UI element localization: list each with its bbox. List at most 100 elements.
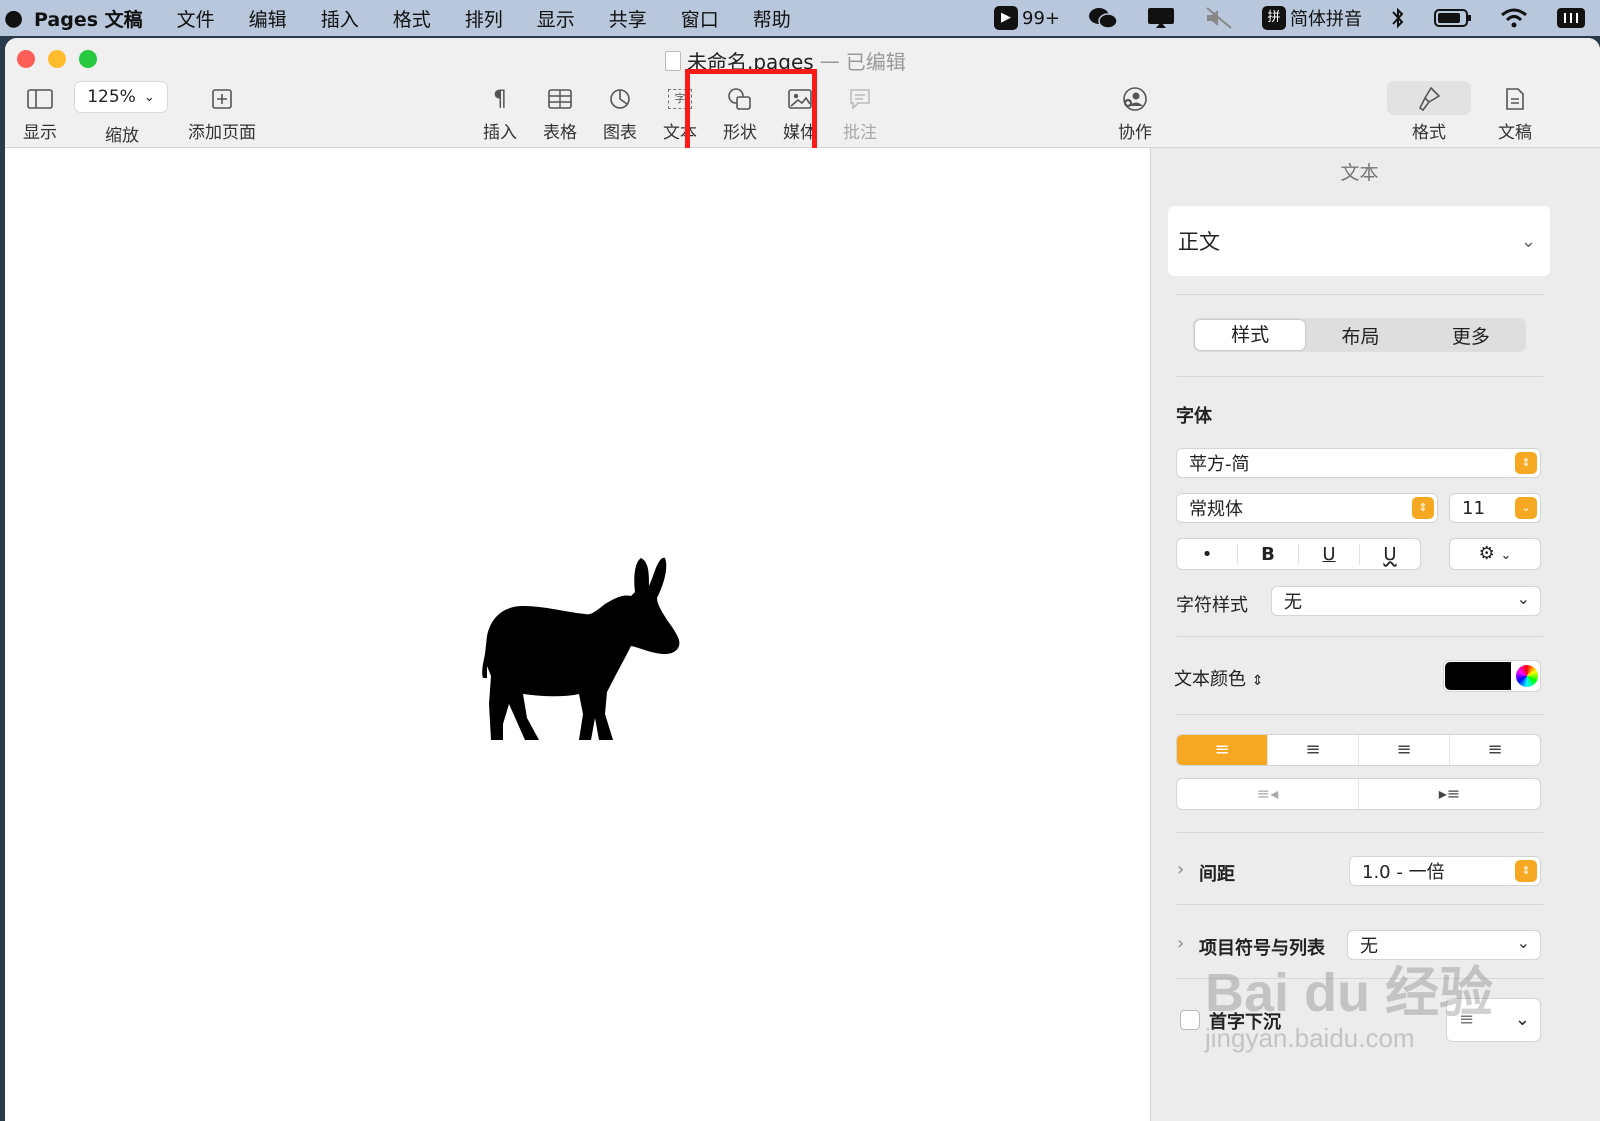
watermark: Bai du 经验 jingyan.baidu.com bbox=[1205, 948, 1505, 1068]
chevron-down-icon: ⌄ bbox=[1515, 497, 1537, 519]
sidebar-title: 文本 bbox=[1340, 162, 1379, 184]
display-mirror-icon[interactable] bbox=[1146, 6, 1176, 30]
bold-button[interactable]: B bbox=[1238, 543, 1299, 565]
chevron-right-icon[interactable]: › bbox=[1177, 859, 1184, 880]
underline-button[interactable]: U bbox=[1299, 543, 1360, 565]
add-page-icon bbox=[211, 84, 233, 114]
spacing-select[interactable]: 1.0 - 一倍 ⇕ bbox=[1349, 856, 1541, 886]
add-page-button[interactable]: 添加页面 bbox=[188, 84, 256, 143]
char-style-select[interactable]: 无 ⌄ bbox=[1271, 586, 1541, 616]
paragraph-style-value: 正文 bbox=[1178, 230, 1220, 254]
alignment-buttons: ≡ ≡ ≡ ≡ bbox=[1176, 734, 1541, 766]
divider bbox=[1177, 832, 1543, 833]
advanced-options-button[interactable]: ⚙ ⌄ bbox=[1449, 538, 1541, 570]
window-minimize-button[interactable] bbox=[48, 50, 66, 68]
increase-indent-icon[interactable]: ▸≡ bbox=[1358, 779, 1540, 809]
color-wheel-icon[interactable] bbox=[1516, 665, 1538, 687]
collaborate-icon bbox=[1121, 84, 1149, 114]
align-right-icon[interactable]: ≡ bbox=[1359, 735, 1450, 765]
spacing-label[interactable]: 间距 bbox=[1199, 860, 1235, 886]
chevron-down-icon: ⌄ bbox=[1514, 1009, 1530, 1030]
zoom-select[interactable]: 125% ⌄ bbox=[74, 81, 168, 113]
align-center-icon[interactable]: ≡ bbox=[1268, 735, 1359, 765]
notification-status[interactable]: ▶ 99+ bbox=[994, 6, 1060, 30]
gear-icon: ⚙ bbox=[1478, 543, 1495, 564]
stepper-icon: ⇕ bbox=[1515, 452, 1537, 474]
stepper-icon: ⇕ bbox=[1412, 497, 1434, 519]
view-label: 显示 bbox=[23, 123, 57, 143]
paragraph-style-select[interactable]: 正文 ⌄ bbox=[1168, 206, 1550, 276]
menu-view[interactable]: 显示 bbox=[537, 5, 575, 32]
menu-edit[interactable]: 编辑 bbox=[249, 5, 287, 32]
pinyin-icon: 拼 bbox=[1262, 6, 1286, 30]
watermark-brand: Bai du 经验 bbox=[1205, 963, 1494, 1023]
bullet-style-button[interactable]: • bbox=[1177, 543, 1238, 565]
wavy-underline-button[interactable]: U bbox=[1360, 544, 1420, 565]
chevron-right-icon[interactable]: › bbox=[1177, 933, 1184, 954]
font-section-label: 字体 bbox=[1176, 406, 1212, 427]
table-button[interactable]: 表格 bbox=[543, 84, 577, 143]
align-left-icon[interactable]: ≡ bbox=[1177, 735, 1268, 765]
zoom-label: 缩放 bbox=[105, 126, 139, 146]
control-center-icon[interactable] bbox=[1556, 6, 1586, 30]
pie-chart-icon bbox=[608, 84, 632, 114]
char-style-label: 字符样式 bbox=[1176, 595, 1248, 616]
font-weight-select[interactable]: 常规体 ⇕ bbox=[1176, 493, 1438, 523]
chevron-down-icon: ⌄ bbox=[1516, 589, 1530, 608]
zoom-value: 125% bbox=[87, 87, 136, 107]
comment-icon bbox=[848, 84, 872, 114]
volume-muted-icon[interactable] bbox=[1204, 6, 1234, 30]
dropcap-checkbox[interactable] bbox=[1180, 1010, 1200, 1030]
document-label: 文稿 bbox=[1498, 123, 1532, 143]
chart-button[interactable]: 图表 bbox=[603, 84, 637, 143]
view-button[interactable]: 显示 bbox=[23, 84, 57, 143]
menu-share[interactable]: 共享 bbox=[609, 5, 647, 32]
menu-status-area: ▶ 99+ 拼 简体拼音 bbox=[994, 0, 1586, 36]
format-button[interactable]: 格式 bbox=[1412, 84, 1446, 143]
align-justify-icon[interactable]: ≡ bbox=[1450, 735, 1540, 765]
toolbar: 未命名.pages — 已编辑 显示 125% ⌄ 缩放 添加页面 ¶ 插入 表… bbox=[5, 38, 1600, 157]
chart-label: 图表 bbox=[603, 123, 637, 143]
divider bbox=[1177, 904, 1543, 905]
input-method-label: 简体拼音 bbox=[1290, 9, 1362, 30]
document-canvas[interactable] bbox=[5, 148, 1150, 1121]
menu-format[interactable]: 格式 bbox=[393, 5, 431, 32]
insert-button[interactable]: ¶ 插入 bbox=[483, 84, 517, 144]
menu-arrange[interactable]: 排列 bbox=[465, 5, 503, 32]
menu-app-name[interactable]: Pages 文稿 bbox=[34, 5, 143, 32]
font-size-field[interactable]: 11 ⌄ bbox=[1449, 493, 1541, 523]
tab-more[interactable]: 更多 bbox=[1416, 322, 1526, 349]
char-style-value: 无 bbox=[1284, 592, 1302, 613]
input-method-status[interactable]: 拼 简体拼音 bbox=[1262, 5, 1362, 31]
menu-help[interactable]: 帮助 bbox=[753, 5, 791, 32]
text-color-swatch[interactable] bbox=[1445, 662, 1511, 690]
play-icon: ▶ bbox=[994, 6, 1018, 30]
insert-label: 插入 bbox=[483, 123, 517, 143]
watermark-url: jingyan.baidu.com bbox=[1205, 1023, 1415, 1053]
comment-button[interactable]: 批注 bbox=[843, 84, 877, 143]
font-size-value: 11 bbox=[1462, 497, 1485, 519]
document-button[interactable]: 文稿 bbox=[1498, 84, 1532, 143]
apple-menu-icon[interactable]: ● bbox=[0, 6, 34, 31]
comment-label: 批注 bbox=[843, 123, 877, 143]
collaborate-button[interactable]: 协作 bbox=[1118, 84, 1152, 143]
donkey-image[interactable] bbox=[473, 554, 688, 744]
menu-file[interactable]: 文件 bbox=[177, 5, 215, 32]
tab-style[interactable]: 样式 bbox=[1195, 320, 1306, 350]
battery-icon[interactable] bbox=[1434, 7, 1472, 29]
wechat-icon[interactable] bbox=[1088, 6, 1118, 30]
menu-window[interactable]: 窗口 bbox=[681, 5, 719, 32]
text-color-well[interactable] bbox=[1443, 660, 1541, 692]
menu-bar: ● Pages 文稿 文件 编辑 插入 格式 排列 显示 共享 窗口 帮助 ▶ … bbox=[0, 0, 1600, 36]
font-weight-value: 常规体 bbox=[1189, 499, 1243, 520]
text-color-label[interactable]: 文本颜色 ⇕ bbox=[1174, 665, 1263, 691]
font-family-select[interactable]: 苹方-简 ⇕ bbox=[1176, 448, 1541, 478]
tab-layout[interactable]: 布局 bbox=[1305, 322, 1415, 349]
document-file-icon bbox=[665, 50, 681, 71]
window-zoom-button[interactable] bbox=[79, 50, 97, 68]
bluetooth-icon[interactable] bbox=[1390, 6, 1406, 30]
decrease-indent-icon[interactable]: ≡◂ bbox=[1177, 779, 1358, 809]
window-close-button[interactable] bbox=[17, 50, 35, 68]
wifi-icon[interactable] bbox=[1500, 7, 1528, 29]
menu-insert[interactable]: 插入 bbox=[321, 5, 359, 32]
